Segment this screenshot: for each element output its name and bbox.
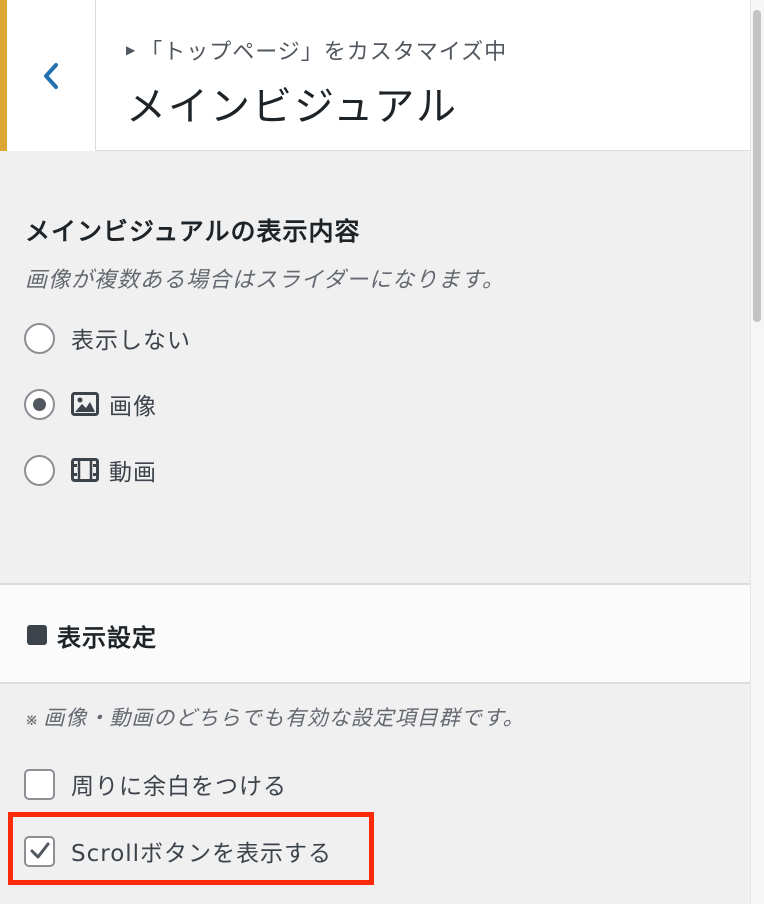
radio-option-video[interactable]: 動画 [24,453,157,487]
radio-button[interactable] [24,322,55,354]
radio-button[interactable] [24,388,55,420]
breadcrumb-text: 「トップページ」をカスタマイズ中 [140,40,508,65]
chevron-left-icon [44,62,58,89]
radio-label: 表示しない [71,328,191,354]
checkbox[interactable] [24,768,55,800]
section-title: メインビジュアルの表示内容 [25,217,361,246]
radio-selected-dot [33,397,46,411]
section-description: 画像が複数ある場合はスライダーになります。 [25,268,505,293]
customizer-panel: ▶ 「トップページ」をカスタマイズ中 メインビジュアル メインビジュアルの表示内… [0,0,750,904]
highlight-box [8,812,374,885]
panel-header: ▶ 「トップページ」をカスタマイズ中 メインビジュアル [0,0,750,151]
note-mark: ※ [25,710,40,729]
radio-button[interactable] [24,454,55,486]
triangle-icon: ▶ [126,43,137,57]
video-icon [71,458,99,482]
settings-note: ※ 画像・動画のどちらでも有効な設定項目群です。 [25,702,525,732]
checkbox-option-margin[interactable]: 周りに余白をつける [24,767,287,801]
radio-option-none[interactable]: 表示しない [24,321,191,355]
checkbox-label: 周りに余白をつける [71,774,287,800]
radio-label: 動画 [71,453,157,487]
image-icon [71,392,99,416]
square-icon [27,625,47,645]
back-button[interactable] [0,0,96,151]
breadcrumb: ▶ 「トップページ」をカスタマイズ中 [126,34,507,66]
display-settings-header: 表示設定 [0,583,750,684]
scrollbar-thumb[interactable] [753,10,761,322]
page-title: メインビジュアル [126,84,458,130]
radio-label: 画像 [71,387,157,421]
note-text: 画像・動画のどちらでも有効な設定項目群です。 [43,706,525,730]
display-settings-title: 表示設定 [57,624,157,652]
radio-option-image[interactable]: 画像 [24,387,157,421]
